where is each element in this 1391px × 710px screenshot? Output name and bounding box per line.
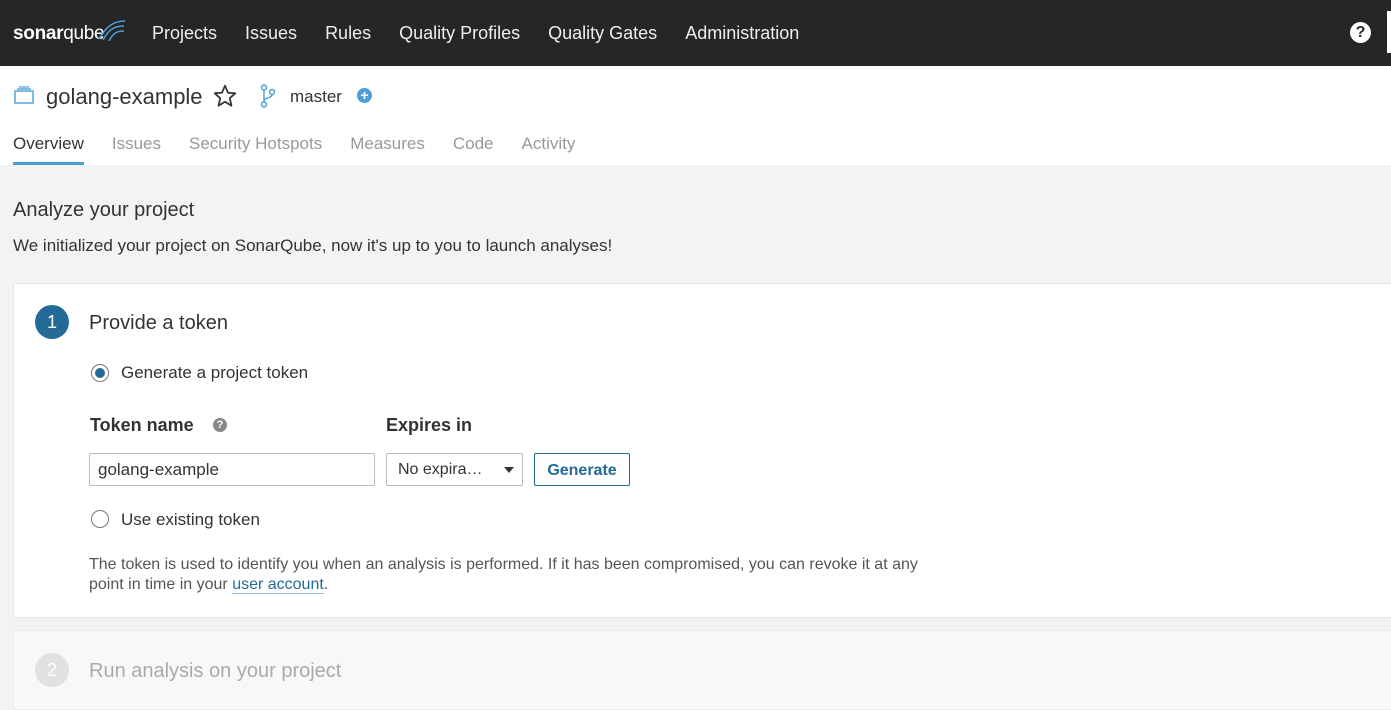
project-name[interactable]: golang-example bbox=[46, 84, 203, 110]
tab-security-hotspots[interactable]: Security Hotspots bbox=[189, 134, 322, 165]
add-branch-icon[interactable]: + bbox=[357, 88, 372, 103]
branch-icon bbox=[260, 84, 276, 108]
project-icon bbox=[14, 86, 34, 104]
caret-down-icon bbox=[504, 467, 514, 473]
branch-name[interactable]: master bbox=[290, 87, 342, 107]
existing-token-radio[interactable] bbox=[91, 510, 109, 528]
logo-waves-icon bbox=[98, 20, 126, 41]
tab-code[interactable]: Code bbox=[453, 134, 494, 165]
nav-projects[interactable]: Projects bbox=[152, 23, 217, 44]
search-box-edge[interactable] bbox=[1387, 11, 1391, 53]
project-tabs: Overview Issues Security Hotspots Measur… bbox=[13, 134, 603, 165]
expires-in-label: Expires in bbox=[386, 415, 473, 435]
tab-issues[interactable]: Issues bbox=[112, 134, 161, 165]
nav-quality-profiles[interactable]: Quality Profiles bbox=[399, 23, 520, 44]
step-number-badge: 1 bbox=[35, 305, 69, 339]
token-name-input[interactable] bbox=[89, 453, 375, 486]
tab-activity[interactable]: Activity bbox=[522, 134, 576, 165]
generate-button[interactable]: Generate bbox=[534, 453, 630, 486]
main-nav: Projects Issues Rules Quality Profiles Q… bbox=[152, 0, 827, 66]
page-subtitle: We initialized your project on SonarQube… bbox=[13, 236, 613, 255]
favorite-star-icon[interactable] bbox=[212, 83, 238, 109]
token-help-body: The token is used to identify you when a… bbox=[89, 556, 918, 593]
logo-text-bold: sonar bbox=[13, 23, 64, 44]
step-title: Provide a token bbox=[89, 312, 228, 334]
top-navbar: sonarqube Projects Issues Rules Quality … bbox=[0, 0, 1391, 66]
nav-rules[interactable]: Rules bbox=[325, 23, 371, 44]
user-account-link[interactable]: user account bbox=[232, 576, 324, 594]
nav-issues[interactable]: Issues bbox=[245, 23, 297, 44]
nav-administration[interactable]: Administration bbox=[685, 23, 799, 44]
token-name-label: Token name bbox=[90, 415, 194, 435]
expires-in-value: No expira… bbox=[398, 461, 483, 478]
step-run-analysis: 2 Run analysis on your project bbox=[13, 630, 1391, 710]
help-circle-icon[interactable]: ? bbox=[213, 418, 227, 432]
existing-token-label[interactable]: Use existing token bbox=[121, 510, 260, 530]
help-icon[interactable]: ? bbox=[1350, 22, 1371, 43]
nav-quality-gates[interactable]: Quality Gates bbox=[548, 23, 657, 44]
expires-in-select[interactable]: No expira… bbox=[386, 453, 523, 486]
step-provide-token: 1 Provide a token Generate a project tok… bbox=[13, 283, 1391, 618]
generate-token-label[interactable]: Generate a project token bbox=[121, 363, 308, 383]
tab-overview[interactable]: Overview bbox=[13, 134, 84, 165]
token-help-end: . bbox=[323, 576, 329, 593]
project-header: golang-example master + Overview Issues … bbox=[0, 66, 1391, 165]
step-number-badge: 2 bbox=[35, 653, 69, 687]
step-title: Run analysis on your project bbox=[89, 660, 342, 682]
generate-token-radio[interactable] bbox=[91, 364, 109, 382]
tab-measures[interactable]: Measures bbox=[350, 134, 425, 165]
page-title: Analyze your project bbox=[13, 199, 195, 221]
token-help-text: The token is used to identify you when a… bbox=[89, 555, 929, 595]
